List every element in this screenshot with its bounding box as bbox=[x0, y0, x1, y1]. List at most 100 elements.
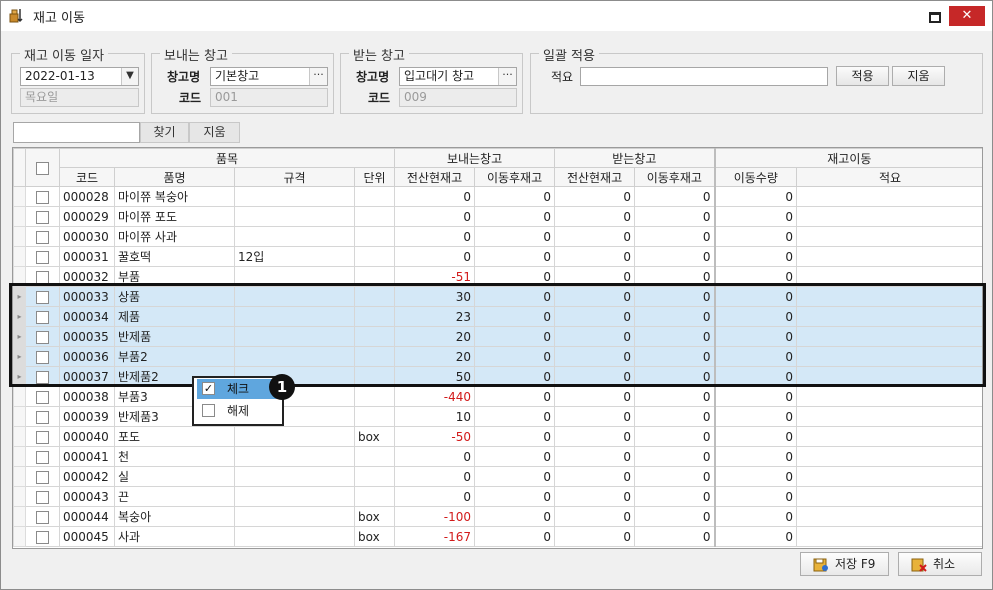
cell-memo[interactable] bbox=[796, 246, 982, 267]
menu-item-uncheck[interactable]: 해제 bbox=[197, 401, 279, 421]
cell-code[interactable]: 000037 bbox=[59, 366, 115, 387]
cell-code[interactable]: 000039 bbox=[59, 406, 115, 427]
cell-qty[interactable]: 0 bbox=[714, 186, 798, 207]
cell-send-after[interactable]: 0 bbox=[474, 506, 556, 527]
row-indicator[interactable] bbox=[13, 186, 26, 207]
table-row[interactable]: 000041 천 0 0 0 0 0 bbox=[13, 446, 982, 467]
cell-name[interactable]: 복숭아 bbox=[114, 506, 235, 527]
cell-code[interactable]: 000035 bbox=[59, 326, 115, 347]
cell-unit[interactable] bbox=[353, 446, 396, 467]
cell-memo[interactable] bbox=[796, 326, 982, 347]
row-indicator[interactable] bbox=[13, 526, 26, 547]
cell-send-after[interactable]: 0 bbox=[474, 426, 556, 447]
search-clear-button[interactable]: 지움 bbox=[189, 122, 240, 143]
cell-qty[interactable]: 0 bbox=[714, 426, 798, 447]
cell-send-after[interactable]: 0 bbox=[474, 206, 556, 227]
table-row[interactable]: 000030 마이쮸 사과 0 0 0 0 0 bbox=[13, 226, 982, 247]
cell-send-cur[interactable]: 0 bbox=[394, 186, 476, 207]
cell-recv-after[interactable]: 0 bbox=[634, 426, 716, 447]
cell-recv-after[interactable]: 0 bbox=[634, 186, 716, 207]
row-indicator[interactable]: ▸ bbox=[13, 326, 26, 347]
cell-code[interactable]: 000028 bbox=[59, 186, 115, 207]
cell-send-cur[interactable]: 20 bbox=[394, 346, 476, 367]
cell-code[interactable]: 000033 bbox=[59, 286, 115, 307]
bulk-clear-button[interactable]: 지움 bbox=[892, 66, 945, 86]
cell-send-cur[interactable]: 50 bbox=[394, 366, 476, 387]
cell-spec[interactable] bbox=[234, 466, 355, 487]
row-indicator[interactable] bbox=[13, 266, 26, 287]
table-row[interactable]: ▸ 000037 반제품2 50 0 0 0 0 bbox=[13, 366, 982, 387]
cell-send-after[interactable]: 0 bbox=[474, 486, 556, 507]
cell-unit[interactable]: box bbox=[353, 426, 396, 447]
table-row[interactable]: 000042 실 0 0 0 0 0 bbox=[13, 466, 982, 487]
row-indicator[interactable] bbox=[13, 406, 26, 427]
cell-name[interactable]: 실 bbox=[114, 466, 235, 487]
row-checkbox[interactable] bbox=[36, 470, 49, 484]
cell-unit[interactable] bbox=[353, 406, 396, 427]
row-indicator[interactable]: ▸ bbox=[13, 286, 26, 307]
cell-qty[interactable]: 0 bbox=[714, 486, 798, 507]
cell-code[interactable]: 000043 bbox=[59, 486, 115, 507]
cell-send-cur[interactable]: -440 bbox=[394, 386, 476, 407]
cell-recv-after[interactable]: 0 bbox=[634, 386, 716, 407]
cell-name[interactable]: 마이쮸 사과 bbox=[114, 226, 235, 247]
cell-recv-cur[interactable]: 0 bbox=[554, 246, 636, 267]
cell-send-cur[interactable]: 0 bbox=[394, 486, 476, 507]
cell-memo[interactable] bbox=[796, 406, 982, 427]
row-checkbox[interactable] bbox=[36, 410, 49, 424]
cell-unit[interactable]: box bbox=[353, 506, 396, 527]
cell-unit[interactable] bbox=[353, 266, 396, 287]
cell-send-cur[interactable]: 0 bbox=[394, 226, 476, 247]
cell-send-cur[interactable]: -50 bbox=[394, 426, 476, 447]
cell-name[interactable]: 부품2 bbox=[114, 346, 235, 367]
cell-send-after[interactable]: 0 bbox=[474, 286, 556, 307]
col-code[interactable]: 코드 bbox=[59, 167, 115, 187]
row-checkbox[interactable] bbox=[36, 270, 49, 284]
row-checkbox[interactable] bbox=[36, 530, 49, 544]
cell-spec[interactable] bbox=[234, 226, 355, 247]
row-checkbox[interactable] bbox=[36, 290, 49, 304]
cell-send-cur[interactable]: 0 bbox=[394, 446, 476, 467]
cell-recv-after[interactable]: 0 bbox=[634, 346, 716, 367]
row-checkbox[interactable] bbox=[36, 230, 49, 244]
col-send-current[interactable]: 전산현재고 bbox=[394, 167, 476, 187]
cell-name[interactable]: 마이쮸 복숭아 bbox=[114, 186, 235, 207]
cell-code[interactable]: 000041 bbox=[59, 446, 115, 467]
cell-send-after[interactable]: 0 bbox=[474, 306, 556, 327]
cell-spec[interactable]: 12입 bbox=[234, 246, 355, 267]
cell-recv-after[interactable]: 0 bbox=[634, 326, 716, 347]
cell-recv-cur[interactable]: 0 bbox=[554, 346, 636, 367]
cell-recv-after[interactable]: 0 bbox=[634, 466, 716, 487]
cell-name[interactable]: 부품 bbox=[114, 266, 235, 287]
cell-send-after[interactable]: 0 bbox=[474, 526, 556, 547]
row-indicator[interactable] bbox=[13, 466, 26, 487]
cell-recv-after[interactable]: 0 bbox=[634, 206, 716, 227]
row-checkbox[interactable] bbox=[36, 190, 49, 204]
cell-unit[interactable] bbox=[353, 366, 396, 387]
cell-recv-cur[interactable]: 0 bbox=[554, 306, 636, 327]
cell-send-after[interactable]: 0 bbox=[474, 386, 556, 407]
cell-memo[interactable] bbox=[796, 206, 982, 227]
cell-recv-cur[interactable]: 0 bbox=[554, 326, 636, 347]
cell-send-after[interactable]: 0 bbox=[474, 246, 556, 267]
row-indicator[interactable] bbox=[13, 206, 26, 227]
cell-unit[interactable] bbox=[353, 306, 396, 327]
col-spec[interactable]: 규격 bbox=[234, 167, 355, 187]
cell-send-cur[interactable]: 0 bbox=[394, 466, 476, 487]
cell-memo[interactable] bbox=[796, 526, 982, 547]
row-indicator[interactable] bbox=[13, 226, 26, 247]
cell-recv-after[interactable]: 0 bbox=[634, 286, 716, 307]
search-input[interactable] bbox=[13, 122, 140, 143]
cell-qty[interactable]: 0 bbox=[714, 446, 798, 467]
cell-spec[interactable] bbox=[234, 346, 355, 367]
cell-recv-cur[interactable]: 0 bbox=[554, 286, 636, 307]
row-indicator[interactable] bbox=[13, 446, 26, 467]
cell-spec[interactable] bbox=[234, 526, 355, 547]
chevron-down-icon[interactable]: ▼ bbox=[121, 68, 138, 85]
row-indicator[interactable]: ▸ bbox=[13, 346, 26, 367]
cell-recv-after[interactable]: 0 bbox=[634, 306, 716, 327]
cell-code[interactable]: 000044 bbox=[59, 506, 115, 527]
cell-spec[interactable] bbox=[234, 286, 355, 307]
table-row[interactable]: ▸ 000035 반제품 20 0 0 0 0 bbox=[13, 326, 982, 347]
cell-code[interactable]: 000036 bbox=[59, 346, 115, 367]
